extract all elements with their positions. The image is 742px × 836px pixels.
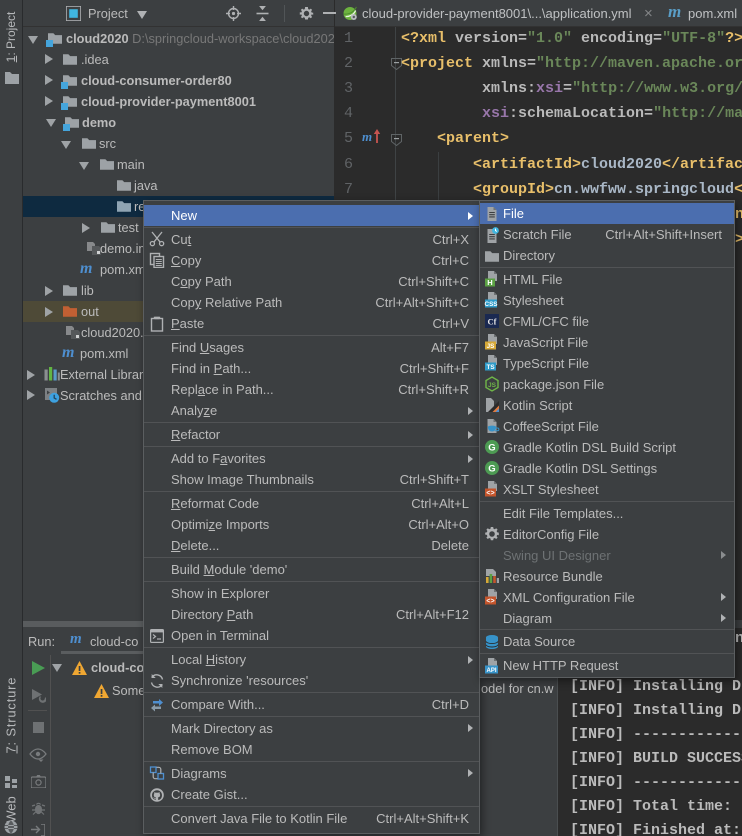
- svg-text:H: H: [487, 278, 492, 287]
- svg-text:G: G: [488, 464, 495, 475]
- svg-text:Cf: Cf: [488, 317, 497, 327]
- svg-text:<>: <>: [486, 490, 494, 497]
- svg-text:G: G: [488, 443, 495, 454]
- svg-text:<>: <>: [486, 598, 494, 605]
- svg-text:CSS: CSS: [485, 301, 498, 308]
- svg-text:API: API: [486, 667, 496, 673]
- svg-text:JS: JS: [488, 382, 497, 389]
- svg-text:TS: TS: [486, 364, 494, 371]
- svg-text:JS: JS: [487, 343, 495, 350]
